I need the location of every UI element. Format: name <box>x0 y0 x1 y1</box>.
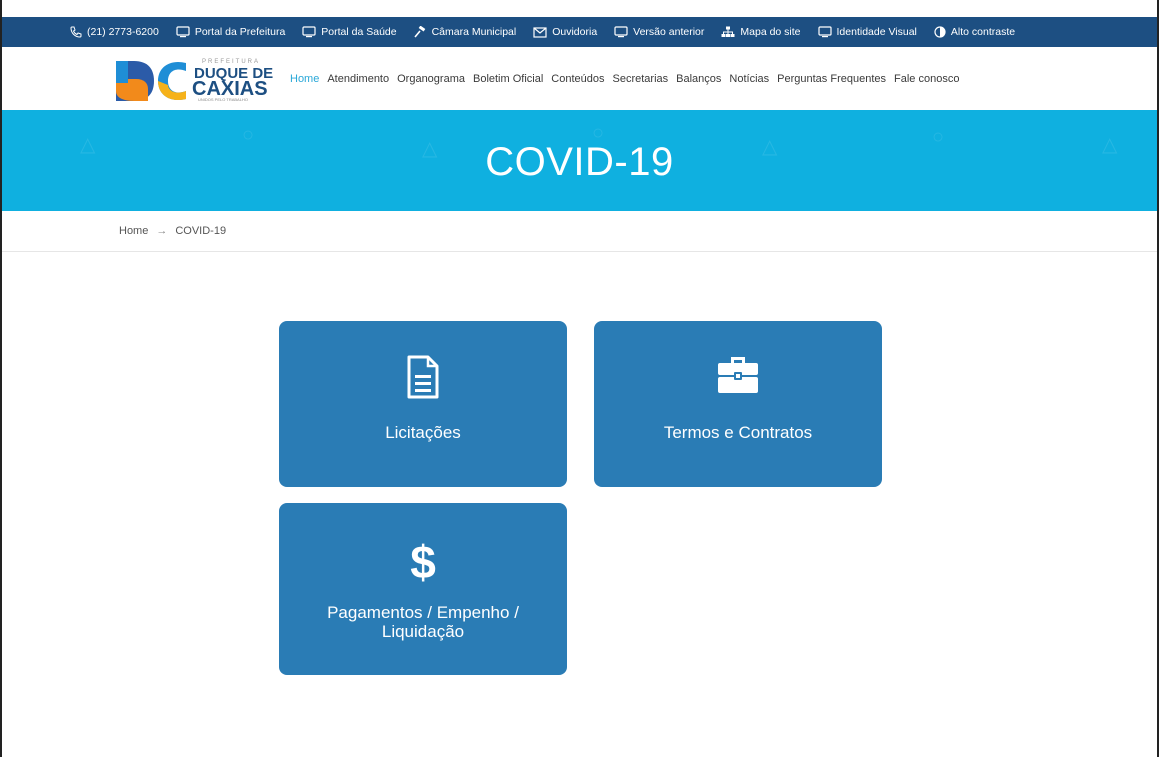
page-frame: (21) 2773-6200 Portal da Prefeitura Port… <box>0 0 1159 757</box>
prefeitura-logo[interactable]: PREFEITURA DUQUE DE CAXIAS UNIDOS PELO T… <box>114 55 284 103</box>
site-header: PREFEITURA DUQUE DE CAXIAS UNIDOS PELO T… <box>2 47 1157 110</box>
phone-icon <box>70 26 82 38</box>
licitacoes-label: Licitações <box>385 423 461 442</box>
licitacoes-card[interactable]: Licitações <box>279 321 567 487</box>
identidade-visual-link[interactable]: Identidade Visual <box>817 26 917 38</box>
nav-item-noticias[interactable]: Notícias <box>729 73 769 85</box>
mapa-site-link[interactable]: Mapa do site <box>721 26 801 38</box>
document-icon <box>279 355 567 399</box>
nav-item-boletim-oficial[interactable]: Boletim Oficial <box>473 73 543 85</box>
logo-tagline-text: UNIDOS PELO TRABALHO <box>198 97 248 102</box>
monitor-icon <box>817 26 832 38</box>
portal-saude-link[interactable]: Portal da Saúde <box>302 26 397 38</box>
versao-anterior-label: Versão anterior <box>633 26 705 38</box>
nav-item-organograma[interactable]: Organograma <box>397 73 465 85</box>
nav-item-fale-conosco[interactable]: Fale conosco <box>894 73 959 85</box>
main-nav: Home Atendimento Organograma Boletim Ofi… <box>290 73 967 85</box>
gavel-icon <box>413 26 425 38</box>
nav-item-secretarias[interactable]: Secretarias <box>613 73 669 85</box>
portal-prefeitura-link[interactable]: Portal da Prefeitura <box>176 26 285 38</box>
breadcrumb: Home → COVID-19 <box>2 211 1157 252</box>
termos-contratos-label: Termos e Contratos <box>663 423 813 442</box>
ouvidoria-label: Ouvidoria <box>552 26 598 38</box>
ouvidoria-link[interactable]: Ouvidoria <box>533 26 597 38</box>
alto-contraste-toggle[interactable]: Alto contraste <box>934 26 1015 38</box>
phone-label: (21) 2773-6200 <box>87 26 159 38</box>
hero-banner: △ ○ △ ○ △ ○ △ COVID-19 <box>2 110 1157 211</box>
nav-item-conteudos[interactable]: Conteúdos <box>551 73 604 85</box>
versao-anterior-link[interactable]: Versão anterior <box>614 26 704 38</box>
pagamentos-card[interactable]: $ Pagamentos / Empenho / Liquidação <box>279 503 567 675</box>
phone-link[interactable]: (21) 2773-6200 <box>70 26 159 38</box>
pagamentos-label-line1: Pagamentos / Empenho / <box>327 603 519 622</box>
monitor-icon <box>614 26 628 38</box>
mail-icon <box>533 26 547 38</box>
portal-saude-label: Portal da Saúde <box>321 26 397 38</box>
camara-municipal-label: Câmara Municipal <box>431 26 517 38</box>
breadcrumb-current: COVID-19 <box>175 225 227 237</box>
monitor-icon <box>302 26 316 38</box>
pagamentos-label-line2: Liquidação <box>381 622 465 641</box>
portal-prefeitura-label: Portal da Prefeitura <box>194 26 286 38</box>
pagamentos-label: Pagamentos / Empenho / Liquidação <box>279 603 567 641</box>
camara-municipal-link[interactable]: Câmara Municipal <box>413 26 517 38</box>
dc-logo-mark: PREFEITURA DUQUE DE CAXIAS UNIDOS PELO T… <box>116 59 273 102</box>
dollar-icon: $ <box>410 536 436 588</box>
top-utility-bar: (21) 2773-6200 Portal da Prefeitura Port… <box>2 17 1157 47</box>
monitor-icon <box>176 26 190 38</box>
page-title: COVID-19 <box>485 140 674 184</box>
breadcrumb-home[interactable]: Home <box>119 225 148 237</box>
briefcase-icon <box>594 353 882 395</box>
alto-contraste-label: Alto contraste <box>950 26 1016 38</box>
identidade-visual-label: Identidade Visual <box>836 26 917 38</box>
mapa-site-label: Mapa do site <box>740 26 801 38</box>
nav-item-perguntas-frequentes[interactable]: Perguntas Frequentes <box>777 73 886 85</box>
sitemap-icon <box>721 26 735 37</box>
contrast-icon <box>934 26 946 38</box>
breadcrumb-separator: → <box>156 225 168 237</box>
termos-contratos-card[interactable]: Termos e Contratos <box>594 321 882 487</box>
nav-item-atendimento[interactable]: Atendimento <box>327 73 389 85</box>
nav-item-balancos[interactable]: Balanços <box>676 73 721 85</box>
nav-item-home[interactable]: Home <box>290 73 319 85</box>
